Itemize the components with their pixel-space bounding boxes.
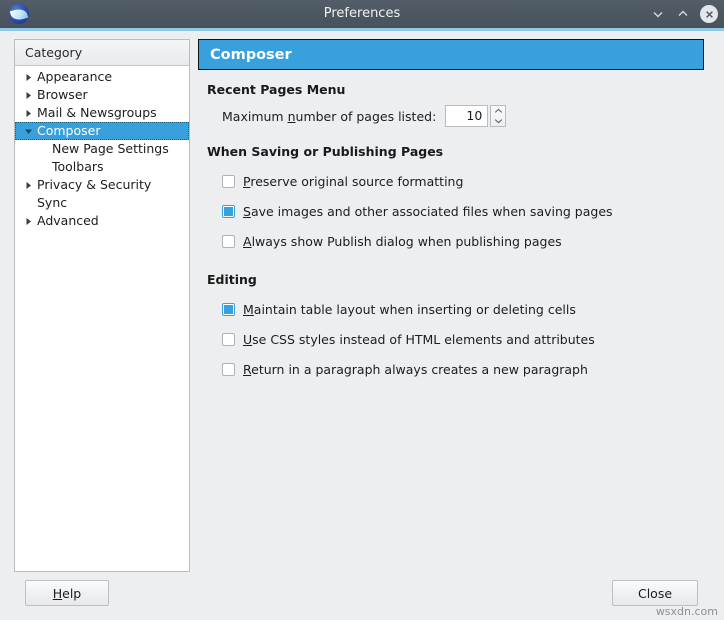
- category-list[interactable]: AppearanceBrowserMail & NewsgroupsCompos…: [15, 66, 189, 230]
- settings-group: When Saving or Publishing Pages Preserve …: [198, 144, 708, 256]
- sidebar-item-privacy-security[interactable]: Privacy & Security: [15, 176, 189, 194]
- sidebar-item-sync[interactable]: Sync: [15, 194, 189, 212]
- checkbox-checked[interactable]: [222, 303, 235, 316]
- checkbox-row[interactable]: Always show Publish dialog when publishi…: [222, 226, 708, 256]
- checkbox-label: Return in a paragraph always creates a n…: [243, 362, 588, 377]
- seamonkey-icon: [4, 0, 32, 28]
- max-pages-label: Maximum number of pages listed:: [222, 109, 436, 124]
- checkbox-unchecked[interactable]: [222, 333, 235, 346]
- settings-group: Editing Maintain table layout when insert…: [198, 272, 708, 384]
- checkbox-text: reserve original source formatting: [250, 174, 463, 189]
- help-button-label: elp: [62, 586, 81, 601]
- chevron-right-icon[interactable]: [24, 91, 37, 100]
- checkbox-access-key: R: [243, 362, 251, 377]
- checkbox-text: eturn in a paragraph always creates a ne…: [251, 362, 588, 377]
- close-icon[interactable]: [700, 5, 718, 23]
- help-access-key: H: [53, 586, 62, 601]
- chevron-down-icon[interactable]: [24, 127, 37, 136]
- sidebar-item-label: Mail & Newsgroups: [37, 104, 157, 122]
- panel-title-bar: Composer: [198, 39, 704, 70]
- sidebar-item-label: New Page Settings: [52, 140, 169, 158]
- checkbox-access-key: U: [243, 332, 252, 347]
- sidebar-item-composer[interactable]: Composer: [15, 122, 189, 140]
- checkbox-text: se CSS styles instead of HTML elements a…: [252, 332, 595, 347]
- category-sidebar: Category AppearanceBrowserMail & Newsgro…: [14, 39, 190, 572]
- checkbox-row[interactable]: Maintain table layout when inserting or …: [222, 294, 708, 324]
- sidebar-item-appearance[interactable]: Appearance: [15, 68, 189, 86]
- category-header: Category: [15, 40, 189, 66]
- group-title: When Saving or Publishing Pages: [207, 144, 708, 159]
- sidebar-item-new-page-settings[interactable]: New Page Settings: [15, 140, 189, 158]
- chevron-right-icon[interactable]: [24, 109, 37, 118]
- max-pages-input[interactable]: 10: [445, 105, 488, 127]
- close-button[interactable]: Close: [612, 580, 698, 606]
- page-title: Composer: [210, 47, 292, 63]
- group-title: Recent Pages Menu: [207, 82, 708, 97]
- stepper-down-icon[interactable]: [491, 116, 505, 126]
- checkbox-row[interactable]: Save images and other associated files w…: [222, 196, 708, 226]
- sidebar-item-toolbars[interactable]: Toolbars: [15, 158, 189, 176]
- label-part-after: umber of pages listed:: [296, 109, 437, 124]
- sidebar-item-label: Browser: [37, 86, 88, 104]
- sidebar-item-label: Toolbars: [52, 158, 104, 176]
- sidebar-item-mail-newsgroups[interactable]: Mail & Newsgroups: [15, 104, 189, 122]
- stepper-buttons[interactable]: [490, 105, 506, 127]
- stepper-up-icon[interactable]: [491, 106, 505, 116]
- sidebar-item-label: Privacy & Security: [37, 176, 151, 194]
- checkbox-text: ave images and other associated files wh…: [251, 204, 613, 219]
- checkbox-label: Maintain table layout when inserting or …: [243, 302, 576, 317]
- maximize-icon[interactable]: [675, 6, 691, 22]
- sidebar-item-advanced[interactable]: Advanced: [15, 212, 189, 230]
- chevron-right-icon[interactable]: [24, 181, 37, 190]
- checkbox-access-key: S: [243, 204, 251, 219]
- checkbox-unchecked[interactable]: [222, 363, 235, 376]
- sidebar-item-label: Sync: [37, 194, 67, 212]
- checkbox-label: Use CSS styles instead of HTML elements …: [243, 332, 595, 347]
- minimize-icon[interactable]: [650, 6, 666, 22]
- max-pages-row: Maximum number of pages listed: 10: [222, 104, 708, 128]
- help-button[interactable]: Help: [25, 580, 109, 606]
- watermark: wsxdn.com: [656, 605, 718, 618]
- checkbox-text: aintain table layout when inserting or d…: [254, 302, 576, 317]
- sidebar-item-label: Appearance: [37, 68, 112, 86]
- preferences-content: Recent Pages Menu Maximum number of pages…: [198, 82, 708, 400]
- checkbox-access-key: M: [243, 302, 254, 317]
- chevron-right-icon[interactable]: [24, 217, 37, 226]
- close-button-label: Close: [638, 586, 672, 601]
- checkbox-row[interactable]: Use CSS styles instead of HTML elements …: [222, 324, 708, 354]
- sidebar-item-label: Advanced: [37, 212, 99, 230]
- checkbox-text: lways show Publish dialog when publishin…: [252, 234, 562, 249]
- chevron-right-icon[interactable]: [24, 73, 37, 82]
- checkbox-label: Preserve original source formatting: [243, 174, 463, 189]
- window-titlebar: Preferences: [0, 0, 724, 28]
- sidebar-item-label: Composer: [37, 122, 100, 140]
- checkbox-access-key: A: [243, 234, 252, 249]
- checkbox-checked[interactable]: [222, 205, 235, 218]
- checkbox-unchecked[interactable]: [222, 175, 235, 188]
- titlebar-accent-strip: [0, 28, 724, 31]
- window-title: Preferences: [0, 0, 724, 28]
- label-access-key: n: [288, 109, 296, 124]
- sidebar-item-browser[interactable]: Browser: [15, 86, 189, 104]
- checkbox-row[interactable]: Preserve original source formatting: [222, 166, 708, 196]
- checkbox-label: Always show Publish dialog when publishi…: [243, 234, 562, 249]
- label-part-before: Maximum: [222, 109, 288, 124]
- checkbox-label: Save images and other associated files w…: [243, 204, 613, 219]
- checkbox-unchecked[interactable]: [222, 235, 235, 248]
- max-pages-stepper[interactable]: 10: [445, 105, 506, 127]
- window-controls: [650, 0, 718, 28]
- checkbox-row[interactable]: Return in a paragraph always creates a n…: [222, 354, 708, 384]
- settings-group: Recent Pages Menu Maximum number of pages…: [198, 82, 708, 128]
- group-title: Editing: [207, 272, 708, 287]
